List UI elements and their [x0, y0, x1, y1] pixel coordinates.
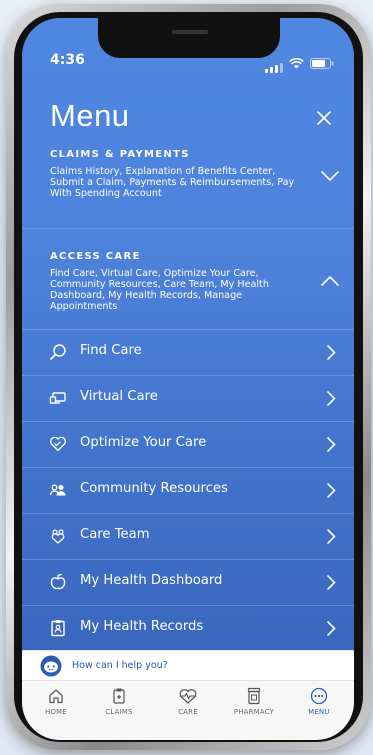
people-icon: [49, 484, 66, 496]
section-claims-payments[interactable]: CLAIMS & PAYMENTS Claims History, Explan…: [22, 142, 354, 229]
chevron-right-icon: [327, 621, 336, 636]
menu-item-virtual-care[interactable]: Virtual Care: [22, 375, 354, 421]
bottom-tab-bar: HOME CLAIMS CARE PHARMACY MENU: [22, 680, 354, 740]
apple-icon: [50, 573, 66, 590]
status-time: 4:36: [50, 52, 85, 68]
menu-item-my-health-dashboard[interactable]: My Health Dashboard: [22, 559, 354, 605]
laptop-icon: [49, 392, 66, 404]
menu-item-find-care[interactable]: Find Care: [22, 329, 354, 375]
tab-label: PHARMACY: [233, 708, 275, 716]
menu-item-my-health-records[interactable]: My Health Records: [22, 605, 354, 651]
close-button[interactable]: [312, 106, 336, 130]
chevron-right-icon: [327, 529, 336, 544]
menu-item-label: My Health Records: [80, 619, 204, 634]
menu-item-label: Virtual Care: [80, 389, 158, 404]
menu-item-label: My Health Dashboard: [80, 573, 223, 588]
menu-item-community-resources[interactable]: Community Resources: [22, 467, 354, 513]
tab-menu[interactable]: MENU: [289, 687, 349, 727]
menu-item-label: Community Resources: [80, 481, 228, 496]
phone-notch: [98, 18, 280, 58]
tab-claims[interactable]: CLAIMS: [89, 687, 149, 727]
clipboard-icon: [113, 688, 125, 704]
tab-label: MENU: [308, 708, 330, 716]
chevron-up-icon[interactable]: [320, 274, 340, 288]
status-icons: [265, 54, 334, 73]
tab-pharmacy[interactable]: PHARMACY: [224, 687, 284, 727]
chevron-right-icon: [327, 437, 336, 452]
tab-label: CARE: [178, 708, 198, 716]
chevron-right-icon: [327, 483, 336, 498]
records-icon: [51, 620, 65, 637]
heart-icon: [49, 436, 67, 452]
page-title: Menu: [50, 98, 130, 133]
section-title: ACCESS CARE: [50, 251, 141, 262]
pharmacy-icon: [247, 687, 261, 705]
chevron-down-icon[interactable]: [320, 169, 340, 183]
tab-care[interactable]: CARE: [158, 687, 218, 727]
care-team-icon: [51, 529, 65, 544]
signal-icon: [265, 63, 283, 73]
wifi-icon: [289, 54, 304, 73]
heartbeat-icon: [179, 689, 197, 704]
chevron-right-icon: [327, 345, 336, 360]
tab-label: CLAIMS: [105, 708, 133, 716]
chat-prompt: How can I help you?: [72, 660, 168, 671]
chatbot-icon: [40, 655, 62, 677]
menu-item-label: Optimize Your Care: [80, 435, 207, 450]
tab-home[interactable]: HOME: [26, 687, 86, 727]
menu-item-care-team[interactable]: Care Team: [22, 513, 354, 559]
tab-label: HOME: [45, 708, 67, 716]
chevron-right-icon: [327, 391, 336, 406]
section-title: CLAIMS & PAYMENTS: [50, 149, 190, 160]
app-screen: 4:36 Menu CLAIMS & PAYMENTS Claims Histo…: [22, 18, 354, 740]
menu-item-optimize-your-care[interactable]: Optimize Your Care: [22, 421, 354, 467]
close-icon: [317, 111, 331, 125]
more-icon: [310, 687, 328, 705]
section-description: Claims History, Explanation of Benefits …: [50, 166, 295, 199]
chat-assistant-bar[interactable]: How can I help you?: [22, 650, 354, 681]
section-access-care[interactable]: ACCESS CARE Find Care, Virtual Care, Opt…: [22, 244, 354, 330]
search-icon: [50, 344, 66, 360]
section-description: Find Care, Virtual Care, Optimize Your C…: [50, 268, 269, 312]
chevron-right-icon: [327, 575, 336, 590]
menu-item-label: Find Care: [80, 343, 142, 358]
home-icon: [49, 689, 63, 704]
battery-icon: [310, 54, 334, 73]
menu-item-label: Care Team: [80, 527, 150, 542]
